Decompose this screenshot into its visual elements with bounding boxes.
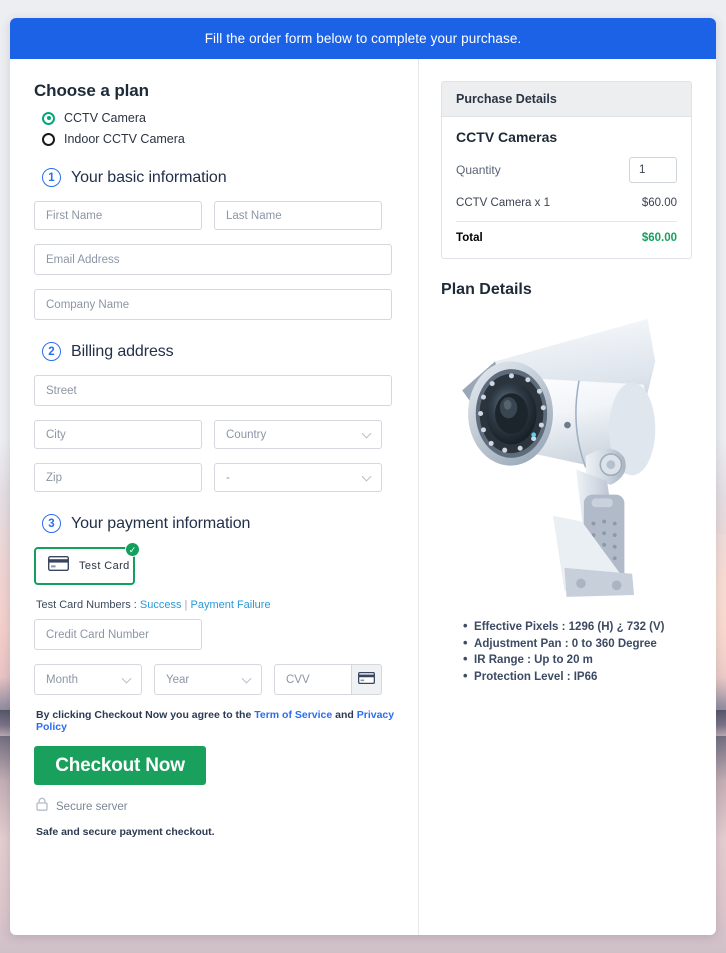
expiry-year-value: Year [166,673,190,686]
state-select-value: - [226,471,230,484]
chevron-down-icon [121,673,132,684]
total-row: Total $60.00 [456,232,677,244]
expiry-month-select[interactable]: Month [34,664,142,695]
purchase-details-header: Purchase Details [442,82,691,117]
plan-spec-list: Effective Pixels : 1296 (H) ¿ 732 (V) Ad… [441,618,692,686]
secure-server-label: Secure server [56,800,128,813]
step-title: Billing address [71,342,174,360]
purchase-divider [456,221,677,222]
quantity-row: Quantity 1 [456,157,677,183]
credit-card-icon [47,555,70,576]
step-number-badge: 2 [42,342,61,361]
plan-option-label: Indoor CCTV Camera [64,132,185,146]
name-field-row: First Name Last Name [34,201,398,230]
line-item-row: CCTV Camera x 1 $60.00 [456,197,677,221]
company-field-row: Company Name [34,289,398,320]
step-number-badge: 3 [42,514,61,533]
radio-selected-icon [42,111,55,125]
chevron-down-icon [241,673,252,684]
company-name-input[interactable]: Company Name [34,289,392,320]
expiry-month-value: Month [46,673,78,686]
email-field-row: Email Address [34,244,398,275]
state-select[interactable]: - [214,463,382,492]
street-field-row: Street [34,375,398,406]
order-form-column: Choose a plan CCTV Camera Indoor CCTV Ca… [10,59,420,935]
credit-card-row: Credit Card Number [34,619,398,650]
list-item: Effective Pixels : 1296 (H) ¿ 732 (V) [463,618,692,636]
city-country-row: City Country [34,420,398,449]
list-item: Protection Level : IP66 [463,668,692,686]
line-item-label: CCTV Camera x 1 [456,197,550,209]
total-label: Total [456,232,483,244]
quantity-input[interactable]: 1 [629,157,677,183]
line-item-amount: $60.00 [641,197,677,209]
cvv-input[interactable]: CVV [274,664,351,695]
purchase-product-name: CCTV Cameras [456,129,558,145]
last-name-input[interactable]: Last Name [214,201,382,230]
test-card-failure-link[interactable]: Payment Failure [190,599,270,611]
choose-plan-heading: Choose a plan [34,81,149,100]
first-name-input[interactable]: First Name [34,201,202,230]
payment-method-label: Test Card [79,560,130,572]
list-item: Adjustment Pan : 0 to 360 Degree [463,635,692,653]
terms-prefix: By clicking Checkout Now you agree to th… [36,709,255,721]
step-billing-address-header: 2 Billing address [34,342,398,361]
cvv-group: CVV [274,664,382,695]
chevron-down-icon [361,471,372,482]
quantity-label: Quantity [456,163,501,177]
plan-option-label: CCTV Camera [64,111,146,125]
test-card-numbers-note: Test Card Numbers : Success | Payment Fa… [36,599,398,611]
plan-option-indoor-cctv-camera[interactable]: Indoor CCTV Camera [34,132,398,146]
terms-middle: and [332,709,357,721]
cvv-help-button[interactable] [351,664,382,695]
step-basic-information-header: 1 Your basic information [34,168,398,187]
plan-details-title: Plan Details [441,281,532,298]
step-payment-information-header: 3 Your payment information [34,514,398,533]
check-circle-icon: ✓ [125,542,140,557]
secure-server-note: Secure server [36,797,398,816]
test-card-success-link[interactable]: Success [140,599,182,611]
city-input[interactable]: City [34,420,202,449]
plan-option-cctv-camera[interactable]: CCTV Camera [34,111,398,125]
country-select-value: Country [226,428,267,441]
checkout-card: Fill the order form below to complete yo… [10,18,716,935]
expiry-cvv-row: Month Year CVV [34,664,398,695]
step-title: Your basic information [71,168,227,186]
email-input[interactable]: Email Address [34,244,392,275]
card-columns: Choose a plan CCTV Camera Indoor CCTV Ca… [10,59,716,935]
country-select[interactable]: Country [214,420,382,449]
step-number-badge: 1 [42,168,61,187]
test-card-numbers-prefix: Test Card Numbers : [36,599,140,611]
list-item: IR Range : Up to 20 m [463,651,692,669]
total-amount: $60.00 [641,232,677,244]
summary-column: Purchase Details CCTV Cameras Quantity 1… [419,59,716,935]
purchase-details-box: Purchase Details CCTV Cameras Quantity 1… [441,81,692,259]
term-of-service-link[interactable]: Term of Service [254,709,332,721]
checkout-now-button[interactable]: Checkout Now [34,746,206,785]
lock-icon [36,797,48,816]
safe-payment-note: Safe and secure payment checkout. [36,826,215,838]
cctv-camera-photo [462,318,656,597]
credit-card-number-input[interactable]: Credit Card Number [34,619,202,650]
zip-state-row: Zip - [34,463,398,492]
chevron-down-icon [361,428,372,439]
terms-text: By clicking Checkout Now you agree to th… [36,709,398,733]
expiry-year-select[interactable]: Year [154,664,262,695]
zip-input[interactable]: Zip [34,463,202,492]
banner: Fill the order form below to complete yo… [10,18,716,59]
payment-method-test-card[interactable]: Test Card ✓ [34,542,140,585]
street-input[interactable]: Street [34,375,392,406]
purchase-details-body: CCTV Cameras Quantity 1 CCTV Camera x 1 … [442,117,691,258]
radio-unselected-icon [42,132,55,146]
step-title: Your payment information [71,514,251,532]
credit-card-icon [358,671,375,689]
banner-text: Fill the order form below to complete yo… [204,31,522,46]
